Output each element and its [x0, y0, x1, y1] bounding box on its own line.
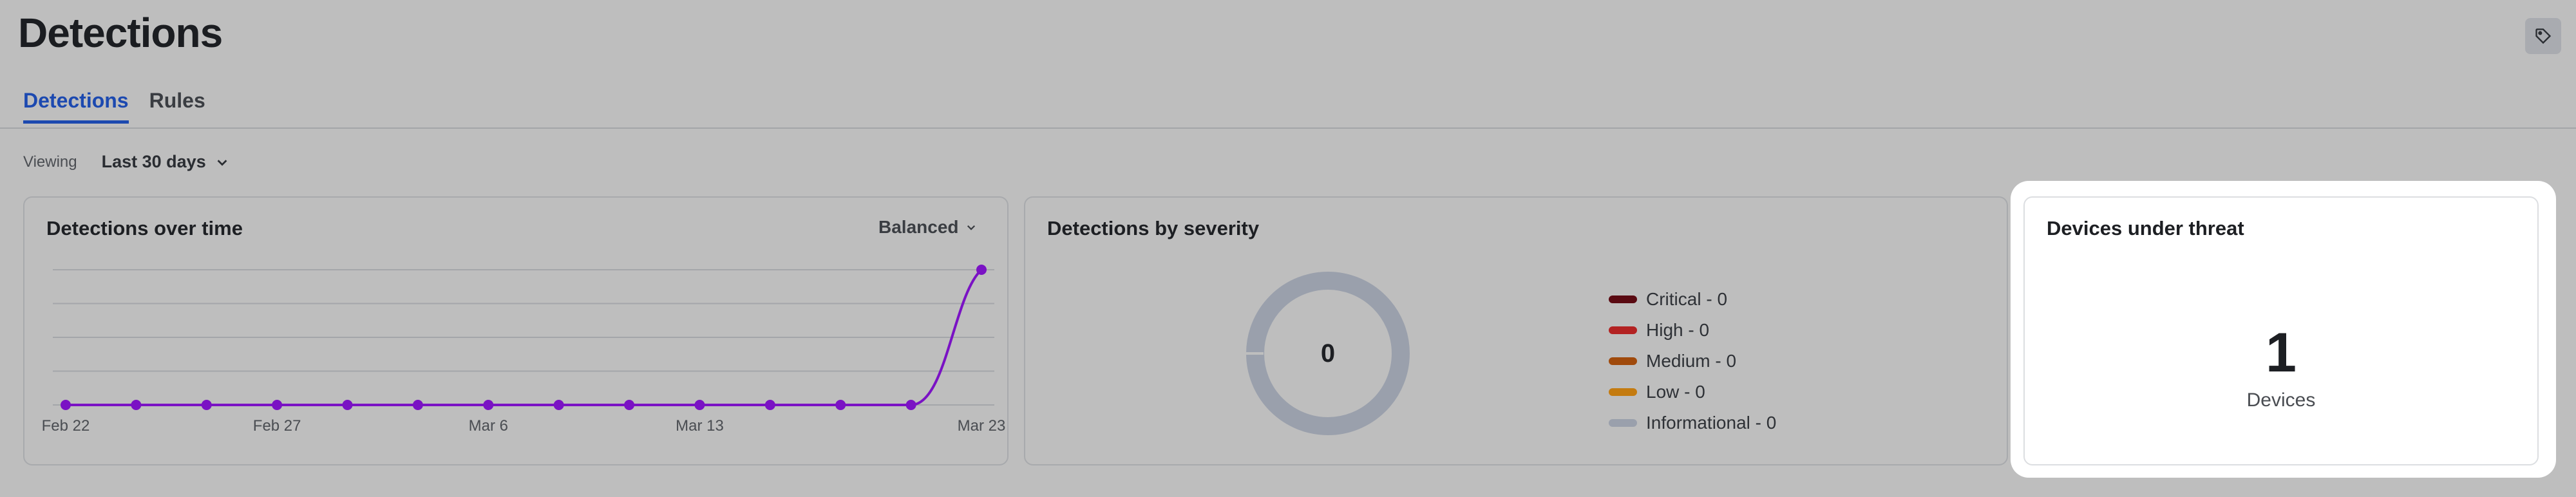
data-point[interactable] — [835, 400, 846, 410]
x-tick-label: Mar 6 — [469, 417, 508, 435]
data-point[interactable] — [764, 400, 775, 410]
donut-total: 0 — [1320, 339, 1336, 368]
tab-detections[interactable]: Detections — [23, 89, 129, 124]
data-point[interactable] — [624, 400, 635, 410]
legend-item-critical: Critical - 0 — [1609, 284, 1776, 315]
chevron-down-icon — [217, 159, 227, 166]
data-point[interactable] — [976, 265, 987, 275]
x-tick-label: Feb 27 — [253, 417, 301, 435]
legend-label: Medium - 0 — [1646, 351, 1737, 371]
devices-under-threat-card[interactable]: Devices under threat 1 Devices — [2023, 196, 2539, 465]
legend-swatch — [1609, 419, 1637, 427]
legend-label: Critical - 0 — [1646, 289, 1728, 309]
legend-swatch — [1609, 388, 1637, 396]
tabs-divider — [0, 127, 2576, 129]
date-range-value: Last 30 days — [101, 152, 206, 171]
device-count-label: Devices — [2246, 389, 2316, 411]
severity-donut: 0 — [1244, 270, 1412, 437]
legend-item-high: High - 0 — [1609, 315, 1776, 346]
date-range-select[interactable]: Last 30 days — [102, 152, 229, 172]
legend-swatch — [1609, 326, 1637, 334]
card-title: Detections by severity — [1047, 217, 1260, 239]
legend-label: High - 0 — [1646, 320, 1710, 340]
device-count: 1 — [2266, 322, 2297, 384]
data-point[interactable] — [61, 400, 71, 410]
tab-rules[interactable]: Rules — [149, 89, 205, 124]
tag-button[interactable] — [2525, 18, 2561, 54]
severity-legend: Critical - 0 High - 0 Medium - 0 Low - 0… — [1609, 284, 1776, 438]
tab-bar: Detections Rules — [23, 89, 205, 124]
legend-label: Low - 0 — [1646, 382, 1705, 402]
highlighted-panel: Devices under threat 1 Devices — [2011, 181, 2556, 478]
viewing-filter: Viewing Last 30 days — [23, 152, 229, 172]
data-point[interactable] — [131, 400, 142, 410]
data-point[interactable] — [483, 400, 494, 410]
data-point[interactable] — [272, 400, 283, 410]
detections-over-time-card: Detections over time Balanced Feb 22 Feb … — [23, 196, 1009, 465]
legend-item-informational: Informational - 0 — [1609, 408, 1776, 438]
detections-by-severity-card: Detections by severity 0 Critical - 0 Hi… — [1024, 196, 2008, 465]
data-point[interactable] — [412, 400, 423, 410]
x-tick-label: Mar 23 — [958, 417, 1006, 435]
page-title: Detections — [18, 10, 223, 56]
data-point[interactable] — [342, 400, 353, 410]
data-point[interactable] — [694, 400, 705, 410]
x-tick-label: Mar 13 — [676, 417, 724, 435]
legend-item-low: Low - 0 — [1609, 377, 1776, 408]
data-point[interactable] — [201, 400, 212, 410]
legend-item-medium: Medium - 0 — [1609, 346, 1776, 377]
x-tick-label: Feb 22 — [42, 417, 90, 435]
legend-swatch — [1609, 295, 1637, 303]
viewing-label: Viewing — [23, 153, 77, 171]
tag-icon — [2535, 28, 2552, 44]
card-title: Devices under threat — [2047, 217, 2244, 239]
data-point[interactable] — [905, 400, 916, 410]
data-point[interactable] — [553, 400, 564, 410]
legend-swatch — [1609, 357, 1637, 365]
legend-label: Informational - 0 — [1646, 413, 1777, 433]
line-chart: Feb 22 Feb 27 Mar 6 Mar 13 Mar 23 — [42, 265, 1006, 435]
